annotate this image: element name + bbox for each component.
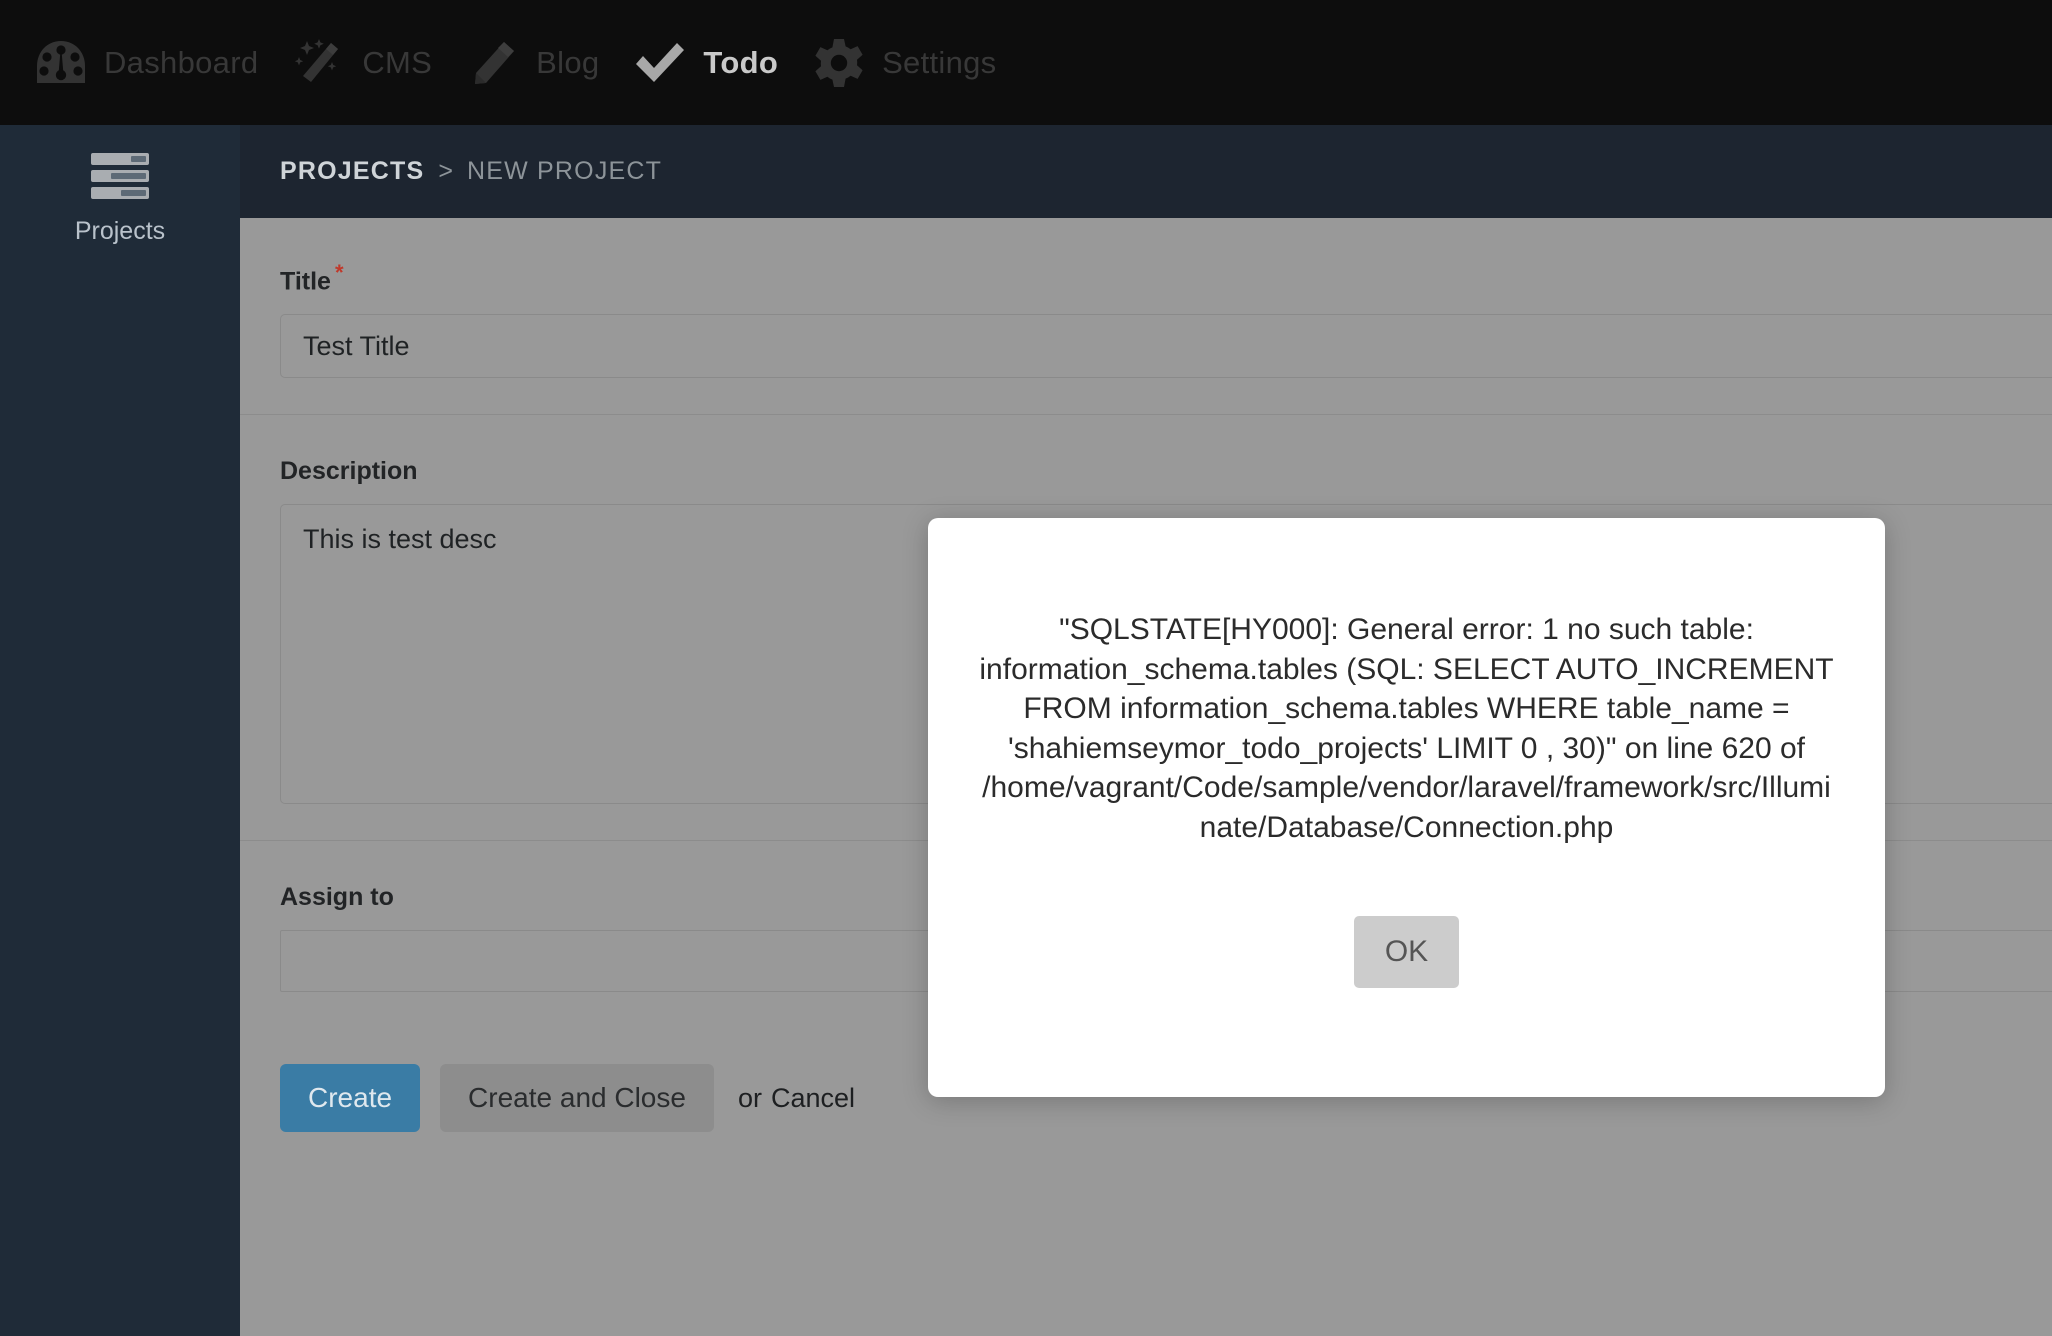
- tasks-list-icon: [0, 149, 240, 203]
- required-indicator: *: [334, 260, 344, 285]
- nav-label-blog: Blog: [536, 44, 600, 80]
- form-group-title: Title *: [240, 218, 2052, 416]
- nav-label-dashboard: Dashboard: [104, 44, 259, 80]
- gear-icon: [808, 32, 870, 94]
- breadcrumb-parent[interactable]: PROJECTS: [280, 157, 424, 186]
- nav-item-dashboard[interactable]: Dashboard: [22, 0, 280, 125]
- nav-label-cms: CMS: [362, 44, 433, 80]
- or-text: or: [737, 1082, 762, 1113]
- error-dialog-ok-button[interactable]: OK: [1354, 915, 1459, 988]
- gauge-icon: [30, 32, 92, 94]
- create-and-close-button[interactable]: Create and Close: [440, 1064, 714, 1133]
- title-field-label: Title *: [280, 260, 344, 296]
- title-input[interactable]: [280, 314, 2052, 379]
- sidebar-item-label-projects: Projects: [74, 217, 166, 245]
- assign-to-field-label: Assign to: [280, 883, 394, 912]
- magic-wand-icon: [288, 32, 350, 94]
- error-dialog-message: "SQLSTATE[HY000]: General error: 1 no su…: [979, 613, 1842, 844]
- sidebar-item-projects[interactable]: Projects: [0, 125, 240, 246]
- nav-item-cms[interactable]: CMS: [280, 0, 454, 125]
- nav-label-todo: Todo: [703, 44, 779, 80]
- nav-item-blog[interactable]: Blog: [454, 0, 621, 125]
- description-field-label: Description: [280, 457, 418, 486]
- nav-item-settings[interactable]: Settings: [800, 0, 1018, 125]
- nav-label-settings: Settings: [882, 44, 997, 80]
- error-dialog: "SQLSTATE[HY000]: General error: 1 no su…: [928, 518, 1885, 1097]
- top-navigation-bar: Dashboard CMS Blog Todo Settings: [0, 0, 2052, 125]
- check-icon: [629, 32, 691, 94]
- breadcrumb: PROJECTS > NEW PROJECT: [240, 125, 2052, 218]
- pencil-icon: [462, 32, 524, 94]
- sidebar: Projects: [0, 125, 240, 1336]
- breadcrumb-separator-icon: >: [438, 157, 453, 185]
- app-root: Dashboard CMS Blog Todo Settings Project…: [0, 0, 2052, 1336]
- nav-item-todo[interactable]: Todo: [621, 0, 800, 125]
- breadcrumb-current: NEW PROJECT: [466, 157, 663, 185]
- create-button[interactable]: Create: [280, 1064, 421, 1133]
- cancel-link[interactable]: Cancel: [771, 1083, 855, 1114]
- title-label-text: Title: [280, 267, 331, 296]
